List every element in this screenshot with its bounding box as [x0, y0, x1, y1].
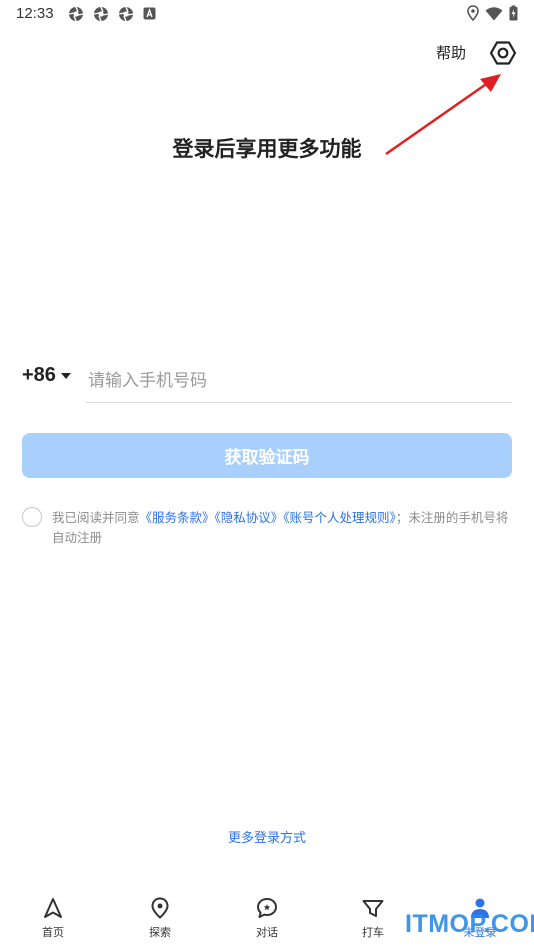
- status-bar: 12:33: [0, 0, 534, 28]
- wifi-icon: [485, 6, 503, 20]
- agreement-prefix: 我已阅读并同意: [52, 510, 140, 525]
- terms-link[interactable]: 《服务条款》: [140, 510, 215, 525]
- battery-charging-icon: [509, 5, 518, 21]
- chat-bubble-icon: [257, 898, 277, 918]
- personal-rules-link[interactable]: 《账号个人处理规则》: [283, 510, 396, 525]
- country-code-selector[interactable]: +86: [22, 364, 71, 387]
- page-title: 登录后享用更多功能: [172, 137, 362, 161]
- nav-label: 打车: [362, 926, 384, 939]
- nav-label: 对话: [256, 926, 278, 939]
- watermark: ITMOP.COM: [405, 910, 534, 938]
- caret-down-icon: [60, 372, 71, 379]
- nav-item-taxi[interactable]: 打车: [333, 896, 413, 940]
- settings-hexagon-icon[interactable]: [489, 39, 517, 67]
- nav-label: 探索: [149, 926, 171, 939]
- nav-item-chat[interactable]: 对话: [227, 896, 307, 940]
- agreement-checkbox[interactable]: [22, 507, 42, 527]
- nav-item-home[interactable]: 首页: [13, 896, 93, 940]
- country-code-label: +86: [22, 364, 56, 386]
- status-time: 12:33: [16, 5, 54, 22]
- navigation-arrow-icon: [44, 898, 62, 918]
- help-link[interactable]: 帮助: [436, 42, 466, 63]
- a-badge-icon: [143, 7, 156, 20]
- location-icon: [467, 5, 479, 21]
- phone-input[interactable]: [86, 360, 512, 403]
- aperture-icon: [93, 6, 109, 22]
- status-right-icons: [467, 5, 518, 21]
- aperture-icon: [68, 6, 84, 22]
- taxi-icon: [362, 900, 384, 917]
- nav-label: 首页: [42, 926, 64, 939]
- privacy-link[interactable]: 《隐私协议》: [215, 510, 284, 525]
- get-code-button[interactable]: 获取验证码: [22, 433, 512, 478]
- more-login-link[interactable]: 更多登录方式: [0, 827, 534, 846]
- nav-item-explore[interactable]: 探索: [120, 896, 200, 940]
- location-pin-icon: [151, 897, 169, 919]
- aperture-icon: [118, 6, 134, 22]
- agreement-text: 我已阅读并同意《服务条款》《隐私协议》《账号个人处理规则》；未注册的手机号将自动…: [52, 508, 516, 548]
